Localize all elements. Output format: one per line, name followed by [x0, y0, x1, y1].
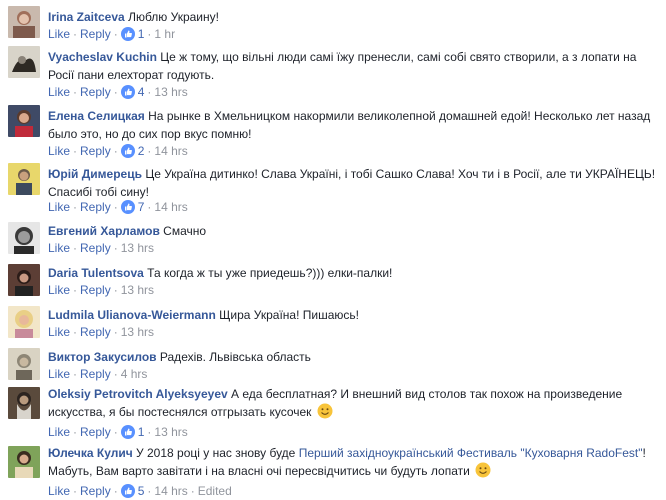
- reply-button[interactable]: Reply: [80, 144, 111, 158]
- like-button[interactable]: Like: [48, 144, 70, 158]
- avatar[interactable]: [8, 264, 40, 296]
- like-button[interactable]: Like: [48, 85, 70, 99]
- like-count[interactable]: 4: [120, 85, 144, 99]
- comment-time[interactable]: 13 hrs: [121, 283, 154, 297]
- like-badge-icon: [120, 27, 135, 41]
- like-button[interactable]: Like: [48, 425, 70, 439]
- comment-actions: Like · Reply · 7 · 14 hrs: [48, 200, 188, 214]
- comment-author[interactable]: Daria Tulentsova: [48, 266, 144, 280]
- comment-time[interactable]: 13 hrs: [121, 241, 154, 255]
- like-button[interactable]: Like: [48, 241, 70, 255]
- comment-author[interactable]: Юлечка Кулич: [48, 446, 133, 460]
- avatar[interactable]: [8, 446, 40, 478]
- avatar[interactable]: [8, 163, 40, 195]
- comment-author[interactable]: Виктор Закусилов: [48, 350, 157, 364]
- comment-author[interactable]: Irina Zaitceva: [48, 10, 125, 24]
- reply-button[interactable]: Reply: [80, 367, 111, 381]
- like-button[interactable]: Like: [48, 325, 70, 339]
- comment-actions: Like · Reply · 1 · 13 hrs: [48, 425, 188, 439]
- reply-button[interactable]: Reply: [80, 484, 111, 498]
- like-count[interactable]: 2: [120, 144, 144, 158]
- comment-actions: Like · Reply · 5 · 14 hrs · Edited: [48, 484, 232, 498]
- comment-author[interactable]: Vyacheslav Kuchin: [48, 50, 157, 64]
- comment-text: Люблю Украину!: [128, 10, 219, 24]
- comment-body: Ludmila Ulianova-Weiermann Щира Україна!…: [48, 306, 656, 324]
- reply-button[interactable]: Reply: [80, 85, 111, 99]
- festival-link[interactable]: Перший західноукраїнський Фестиваль "Кух…: [299, 446, 643, 460]
- comment-actions: Like · Reply · 13 hrs: [48, 325, 155, 339]
- avatar[interactable]: [8, 348, 40, 380]
- reply-button[interactable]: Reply: [80, 200, 111, 214]
- comment-body: Daria Tulentsova Та когда ж ты уже приед…: [48, 264, 656, 282]
- comment-time[interactable]: 13 hrs: [121, 325, 154, 339]
- like-button[interactable]: Like: [48, 200, 70, 214]
- reply-button[interactable]: Reply: [80, 283, 111, 297]
- comment-text: Щира Україна! Пишаюсь!: [219, 308, 359, 322]
- comment-body: Юрій Димерець Це Україна дитинко! Слава …: [48, 165, 656, 201]
- like-button[interactable]: Like: [48, 484, 70, 498]
- comment-actions: Like · Reply · 13 hrs: [48, 283, 155, 297]
- edited-label[interactable]: Edited: [198, 484, 232, 498]
- comment-list: Irina Zaitceva Люблю Украину! Like · Reply…: [0, 0, 666, 500]
- comment-actions: Like · Reply · 13 hrs: [48, 241, 155, 255]
- like-button[interactable]: Like: [48, 27, 70, 41]
- like-count[interactable]: 7: [120, 200, 144, 214]
- reply-button[interactable]: Reply: [80, 27, 111, 41]
- comment-body: Irina Zaitceva Люблю Украину!: [48, 8, 656, 26]
- reply-button[interactable]: Reply: [80, 241, 111, 255]
- comment-author[interactable]: Юрій Димерець: [48, 167, 142, 181]
- comment-author[interactable]: Oleksiy Petrovitch Alyeksyeyev: [48, 387, 228, 401]
- comment-body: Oleksiy Petrovitch Alyeksyeyev А еда бес…: [48, 385, 656, 421]
- like-button[interactable]: Like: [48, 367, 70, 381]
- avatar[interactable]: [8, 6, 40, 38]
- comment-author[interactable]: Елена Селицкая: [48, 109, 145, 123]
- comment-time[interactable]: 1 hr: [154, 27, 175, 41]
- reply-button[interactable]: Reply: [80, 325, 111, 339]
- comment-text: Та когда ж ты уже приедешь?))) елки-палк…: [147, 266, 393, 280]
- smile-emoji-icon: [475, 462, 491, 478]
- comment-time[interactable]: 14 hrs: [154, 200, 187, 214]
- comment-actions: Like · Reply · 2 · 14 hrs: [48, 144, 188, 158]
- comment-body: Vyacheslav Kuchin Це ж тому, що вільні л…: [48, 48, 656, 84]
- comment-time[interactable]: 14 hrs: [154, 144, 187, 158]
- comment-actions: Like · Reply · 1 · 1 hr: [48, 27, 176, 41]
- comment-actions: Like · Reply · 4 · 13 hrs: [48, 85, 188, 99]
- comment-body: Юлечка Кулич У 2018 році у нас знову буд…: [48, 444, 656, 480]
- avatar[interactable]: [8, 222, 40, 254]
- comment-text: У 2018 році у нас знову буде: [136, 446, 296, 460]
- like-count[interactable]: 1: [120, 425, 144, 439]
- like-button[interactable]: Like: [48, 283, 70, 297]
- smile-emoji-icon: [317, 403, 333, 419]
- like-badge-icon: [120, 85, 135, 99]
- comment-text: Радехів. Львівська область: [159, 350, 311, 364]
- comment-time[interactable]: 13 hrs: [154, 85, 187, 99]
- like-badge-icon: [120, 200, 135, 214]
- comment-actions: Like · Reply · 4 hrs: [48, 367, 148, 381]
- like-count[interactable]: 5: [120, 484, 144, 498]
- like-badge-icon: [120, 425, 135, 439]
- comment-body: Елена Селицкая На рынке в Хмельницком на…: [48, 107, 656, 143]
- avatar[interactable]: [8, 105, 40, 137]
- comment-time[interactable]: 13 hrs: [154, 425, 187, 439]
- like-badge-icon: [120, 144, 135, 158]
- comment-body: Евгений Харламов Смачно: [48, 222, 656, 240]
- comment-time[interactable]: 4 hrs: [121, 367, 148, 381]
- comment-text: Смачно: [163, 224, 207, 238]
- comment-time[interactable]: 14 hrs: [154, 484, 187, 498]
- like-badge-icon: [120, 484, 135, 498]
- like-count[interactable]: 1: [120, 27, 144, 41]
- comment-author[interactable]: Ludmila Ulianova-Weiermann: [48, 308, 216, 322]
- comment-body: Виктор Закусилов Радехів. Львівська обла…: [48, 348, 656, 366]
- avatar[interactable]: [8, 387, 40, 419]
- avatar[interactable]: [8, 46, 40, 78]
- reply-button[interactable]: Reply: [80, 425, 111, 439]
- avatar[interactable]: [8, 306, 40, 338]
- comment-author[interactable]: Евгений Харламов: [48, 224, 160, 238]
